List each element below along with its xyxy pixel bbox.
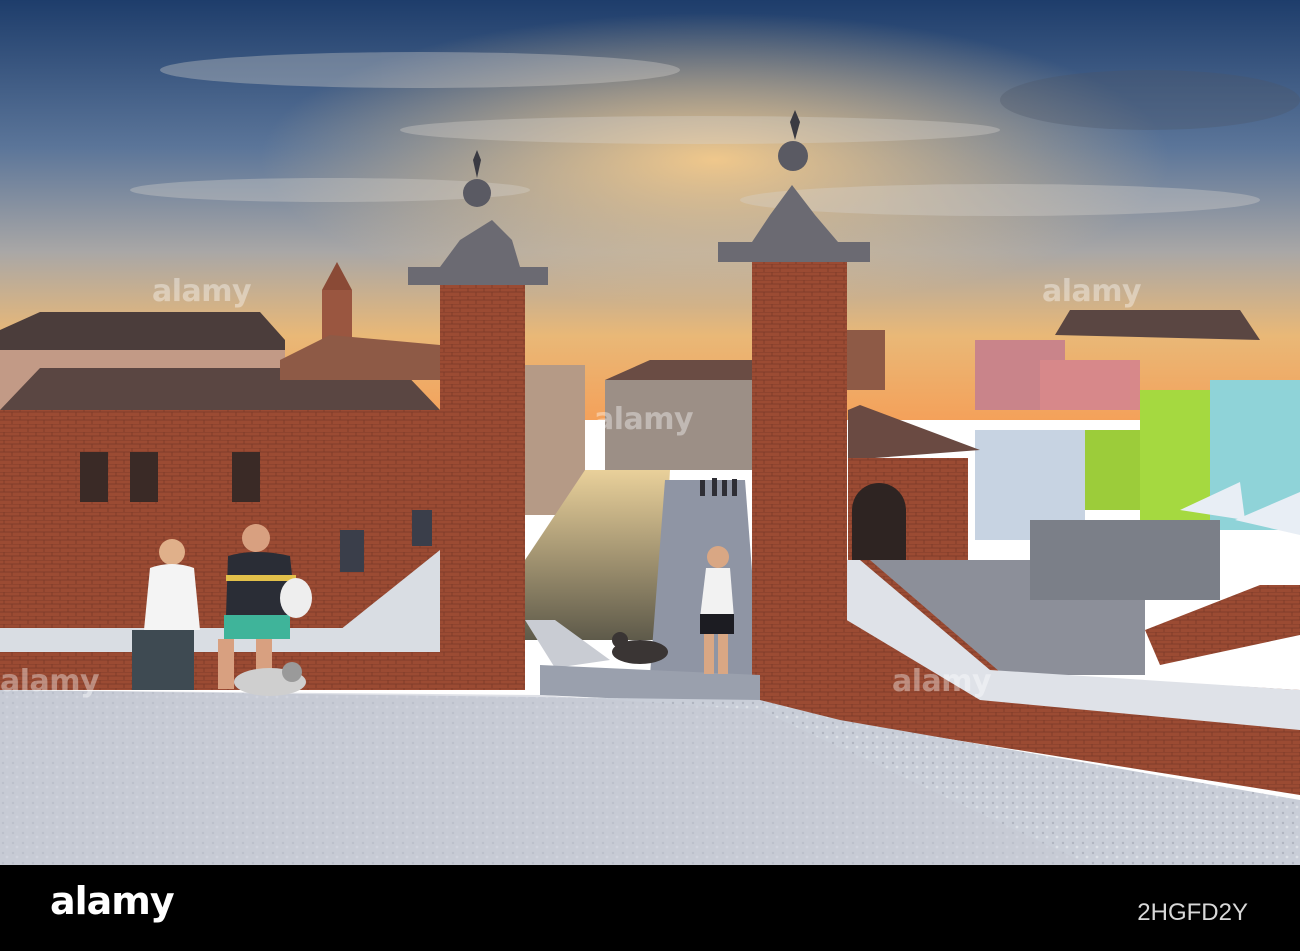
image-id: 2HGFD2Y	[1137, 899, 1248, 926]
brand-logo: alamy	[50, 879, 175, 923]
photo-canvas	[0, 0, 1300, 865]
stock-footer-bar: alamy 2HGFD2Y	[0, 865, 1300, 951]
photo: alamy alamy alamy alamy alamy	[0, 0, 1300, 865]
